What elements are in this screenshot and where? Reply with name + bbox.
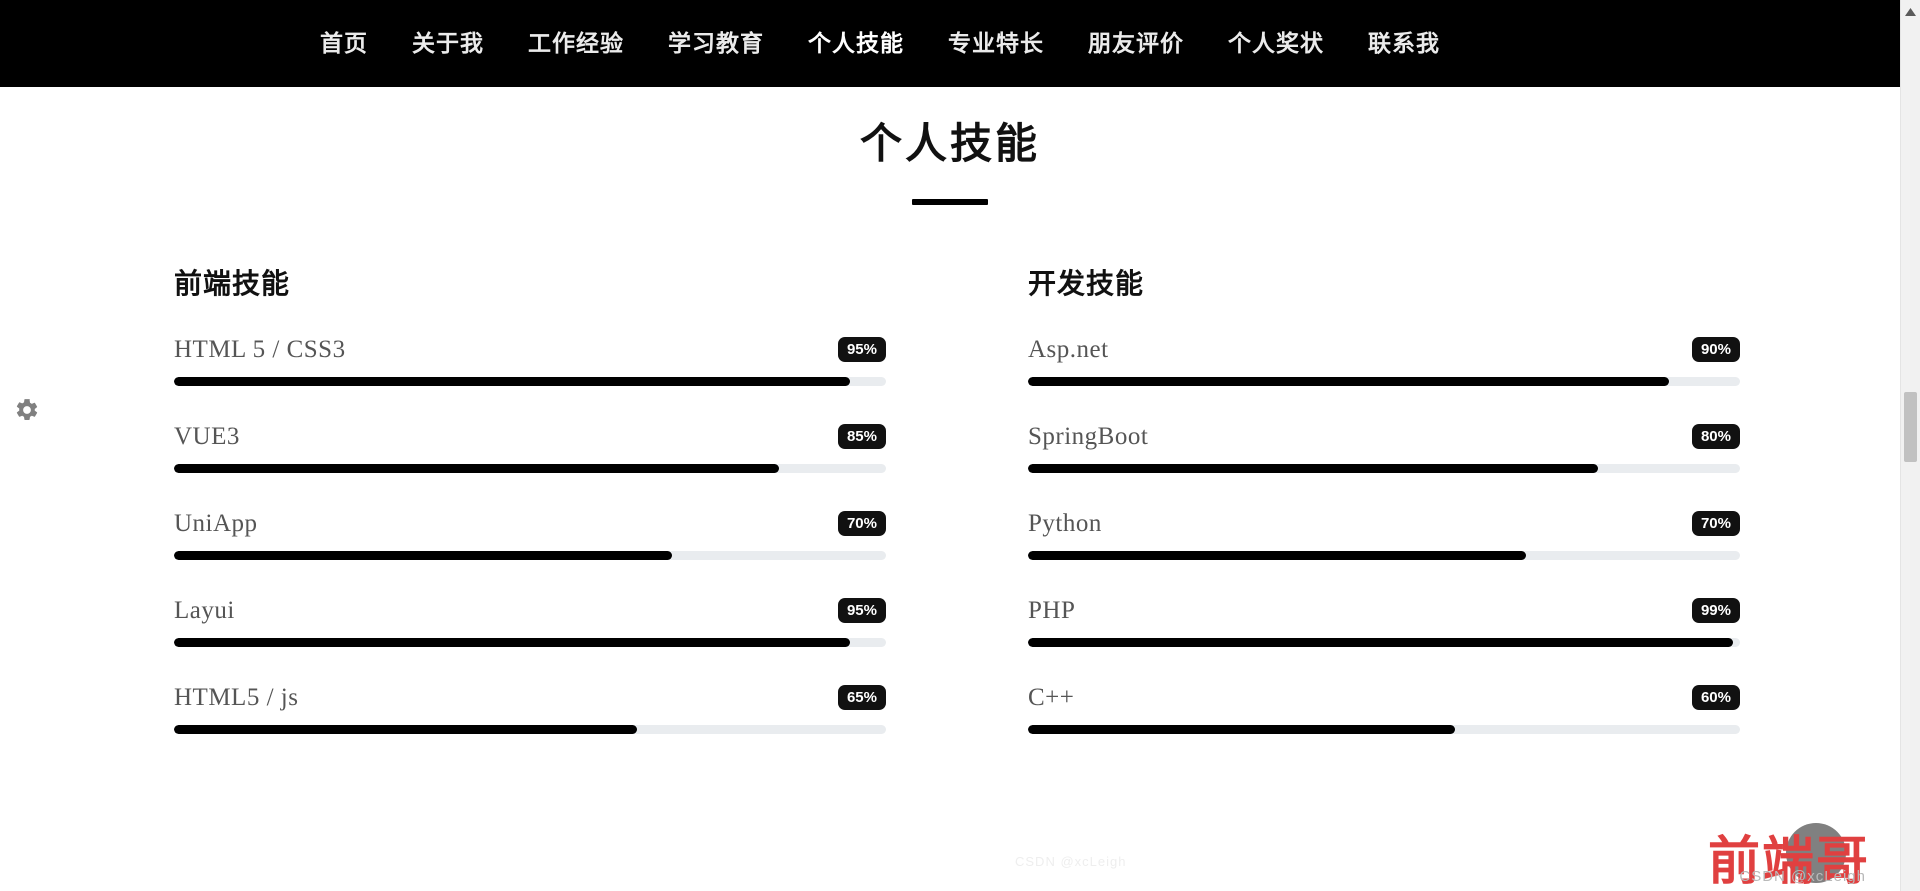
skill-name-label: Python <box>1028 509 1102 537</box>
skill-progress-track <box>1028 637 1740 647</box>
skill-progress-fill <box>1028 463 1598 473</box>
skill-header: UniApp 70% <box>174 509 886 539</box>
skill-percent-badge: 95% <box>837 337 886 363</box>
skill-progress-fill <box>174 637 851 647</box>
skill-name-label: Asp.net <box>1028 335 1109 363</box>
nav-item-list: 首页 关于我 工作经验 学习教育 个人技能 专业特长 朋友评价 个人奖状 联系我 <box>298 32 1462 55</box>
skill-name-label: HTML 5 / CSS3 <box>174 335 346 363</box>
skill-header: HTML 5 / CSS3 95% <box>174 335 886 365</box>
skill-progress-track <box>1028 463 1740 473</box>
nav-item-5[interactable]: 个人技能 <box>786 32 926 55</box>
skill-header: PHP 99% <box>1028 596 1740 626</box>
skill-name-label: HTML5 / js <box>174 683 299 711</box>
skill-progress-fill <box>1028 376 1669 386</box>
skill-header: Layui 95% <box>174 596 886 626</box>
nav-item-8[interactable]: 个人奖状 <box>1206 32 1346 55</box>
skill-row: SpringBoot 80% <box>1028 422 1740 473</box>
skill-progress-track <box>174 463 886 473</box>
skill-progress-track <box>174 376 886 386</box>
skill-progress-fill <box>174 550 673 560</box>
skill-header: C++ 60% <box>1028 683 1740 713</box>
skill-row: HTML5 / js 65% <box>174 683 886 734</box>
scrollbar-thumb[interactable] <box>1904 392 1917 462</box>
page-title: 个人技能 <box>859 120 1040 167</box>
skill-percent-badge: 85% <box>837 424 886 450</box>
skill-percent-badge: 90% <box>1691 337 1740 363</box>
skill-progress-fill <box>174 463 780 473</box>
skill-percent-badge: 70% <box>1691 511 1740 537</box>
csdn-watermark-secondary: CSDN @xcLeigh <box>1015 854 1127 869</box>
gear-icon[interactable] <box>14 397 40 423</box>
skill-row: Python 70% <box>1028 509 1740 560</box>
skill-progress-track <box>174 724 886 734</box>
skill-name-label: SpringBoot <box>1028 422 1149 450</box>
skill-progress-track <box>1028 724 1740 734</box>
skill-name-label: PHP <box>1028 596 1076 624</box>
skill-header: SpringBoot 80% <box>1028 422 1740 452</box>
skill-column-2: 开发技能 Asp.net 90% SpringBoot 80% Python 70% PHP 9… <box>1028 267 1740 770</box>
skill-progress-fill <box>1028 724 1456 734</box>
skill-header: Asp.net 90% <box>1028 335 1740 365</box>
skill-percent-badge: 95% <box>837 598 886 624</box>
skill-percent-badge: 60% <box>1691 685 1740 711</box>
skill-progress-track <box>1028 550 1740 560</box>
nav-item-7[interactable]: 朋友评价 <box>1066 32 1206 55</box>
skill-row: UniApp 70% <box>174 509 886 560</box>
skill-percent-badge: 80% <box>1691 424 1740 450</box>
skill-progress-fill <box>174 724 637 734</box>
nav-item-2[interactable]: 关于我 <box>390 32 506 55</box>
nav-item-6[interactable]: 专业特长 <box>926 32 1066 55</box>
skill-column-title: 前端技能 <box>174 268 291 300</box>
skill-name-label: UniApp <box>174 509 258 537</box>
skill-name-label: Layui <box>174 596 235 624</box>
nav-item-3[interactable]: 工作经验 <box>506 32 646 55</box>
skill-column-title: 开发技能 <box>1028 268 1145 300</box>
nav-item-9[interactable]: 联系我 <box>1346 32 1462 55</box>
skill-percent-badge: 99% <box>1691 598 1740 624</box>
skill-header: Python 70% <box>1028 509 1740 539</box>
skill-row: PHP 99% <box>1028 596 1740 647</box>
skill-column-1: 前端技能 HTML 5 / CSS3 95% VUE3 85% UniApp 70% Layu… <box>174 267 886 770</box>
section-header: 个人技能 <box>0 87 1900 206</box>
skill-header: VUE3 85% <box>174 422 886 452</box>
page-root: 首页 关于我 工作经验 学习教育 个人技能 专业特长 朋友评价 个人奖状 联系我 个人技能 前端… <box>0 0 1900 891</box>
skill-row: Layui 95% <box>174 596 886 647</box>
title-divider <box>912 199 988 206</box>
skill-progress-fill <box>1028 637 1733 647</box>
skill-header: HTML5 / js 65% <box>174 683 886 713</box>
back-to-top-button[interactable] <box>1786 823 1846 883</box>
skill-row: VUE3 85% <box>174 422 886 473</box>
skills-container: 前端技能 HTML 5 / CSS3 95% VUE3 85% UniApp 70% Layu… <box>0 267 1900 770</box>
skill-progress-track <box>174 637 886 647</box>
skill-progress-fill <box>174 376 851 386</box>
skill-percent-badge: 65% <box>837 685 886 711</box>
skill-name-label: VUE3 <box>174 422 240 450</box>
nav-item-1[interactable]: 首页 <box>298 32 390 55</box>
skill-percent-badge: 70% <box>837 511 886 537</box>
skill-progress-track <box>1028 376 1740 386</box>
skill-row: HTML 5 / CSS3 95% <box>174 335 886 386</box>
triangle-up-icon[interactable] <box>1901 3 1920 20</box>
skill-row: C++ 60% <box>1028 683 1740 734</box>
skill-progress-fill <box>1028 550 1527 560</box>
nav-item-4[interactable]: 学习教育 <box>646 32 786 55</box>
skill-progress-track <box>174 550 886 560</box>
skill-name-label: C++ <box>1028 683 1075 711</box>
vertical-scrollbar[interactable] <box>1900 0 1920 891</box>
top-navigation-bar: 首页 关于我 工作经验 学习教育 个人技能 专业特长 朋友评价 个人奖状 联系我 <box>0 0 1900 87</box>
skill-row: Asp.net 90% <box>1028 335 1740 386</box>
